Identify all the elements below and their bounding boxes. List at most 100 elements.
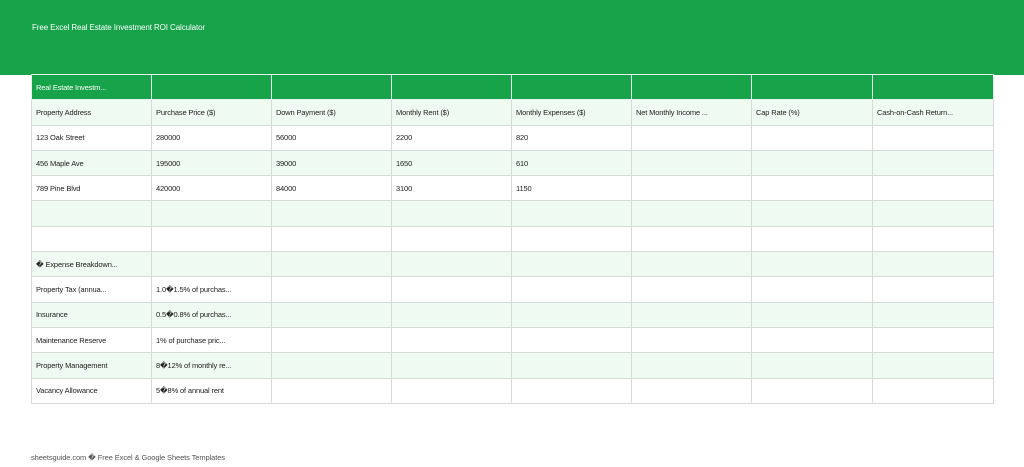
cell[interactable] [872,175,994,202]
cell[interactable] [511,225,632,253]
banner-cell[interactable]: Real Estate Investm... [31,73,152,101]
cell[interactable]: 84000 [271,175,392,202]
column-header[interactable]: Cap Rate (%) [751,99,873,126]
cell[interactable] [271,200,392,227]
cell[interactable] [391,73,512,101]
cell[interactable]: 39000 [271,149,392,177]
cell[interactable] [631,200,752,227]
column-header[interactable]: Monthly Rent ($) [391,99,512,126]
cell[interactable] [391,276,512,303]
cell[interactable] [872,326,994,354]
cell[interactable] [511,200,632,227]
cell[interactable] [751,73,873,101]
cell[interactable] [751,352,873,379]
cell[interactable] [271,377,392,404]
cell[interactable] [631,73,752,101]
cell[interactable]: 1% of purchase pric... [151,326,272,354]
cell[interactable]: 3100 [391,175,512,202]
cell[interactable] [872,251,994,278]
cell[interactable] [751,124,873,151]
cell[interactable] [271,326,392,354]
cell[interactable] [751,377,873,404]
cell[interactable]: 5�8% of annual rent [151,377,272,404]
cell[interactable] [751,200,873,227]
cell[interactable] [631,225,752,253]
cell[interactable] [751,326,873,354]
cell[interactable] [511,377,632,404]
cell[interactable]: Vacancy Allowance [31,377,152,404]
cell[interactable]: 280000 [151,124,272,151]
cell[interactable] [391,301,512,328]
cell[interactable] [872,200,994,227]
cell[interactable] [511,326,632,354]
cell[interactable] [751,149,873,177]
cell[interactable] [631,175,752,202]
cell[interactable]: 610 [511,149,632,177]
cell[interactable] [391,225,512,253]
cell[interactable]: 1.0�1.5% of purchas... [151,276,272,303]
cell[interactable] [872,377,994,404]
cell[interactable]: 8�12% of monthly re... [151,352,272,379]
cell[interactable] [631,377,752,404]
cell[interactable]: Maintenance Reserve [31,326,152,354]
cell[interactable]: 56000 [271,124,392,151]
cell[interactable] [511,301,632,328]
cell[interactable] [31,225,152,253]
cell[interactable] [271,276,392,303]
cell[interactable] [391,377,512,404]
cell[interactable] [271,352,392,379]
cell[interactable] [151,251,272,278]
cell[interactable]: 123 Oak Street [31,124,152,151]
cell[interactable] [151,73,272,101]
cell[interactable]: 789 Pine Blvd [31,175,152,202]
cell[interactable] [751,301,873,328]
cell[interactable] [391,352,512,379]
column-header[interactable]: Down Payment ($) [271,99,392,126]
cell[interactable]: 820 [511,124,632,151]
cell[interactable] [271,251,392,278]
cell[interactable]: 420000 [151,175,272,202]
cell[interactable] [31,200,152,227]
cell[interactable]: Property Tax (annua... [31,276,152,303]
cell[interactable] [511,352,632,379]
column-header[interactable]: Property Address [31,99,152,126]
cell[interactable] [511,276,632,303]
cell[interactable]: Insurance [31,301,152,328]
cell[interactable] [872,149,994,177]
cell[interactable] [751,175,873,202]
cell[interactable]: 456 Maple Ave [31,149,152,177]
cell[interactable] [751,251,873,278]
cell[interactable] [511,73,632,101]
cell[interactable]: 1150 [511,175,632,202]
cell[interactable] [631,124,752,151]
cell[interactable] [872,124,994,151]
column-header[interactable]: Purchase Price ($) [151,99,272,126]
cell[interactable] [151,225,272,253]
cell[interactable] [631,326,752,354]
cell[interactable] [872,301,994,328]
cell[interactable] [872,225,994,253]
cell[interactable]: 195000 [151,149,272,177]
column-header[interactable]: Cash-on-Cash Return... [872,99,994,126]
cell[interactable] [872,73,994,101]
cell[interactable] [391,326,512,354]
cell[interactable] [872,276,994,303]
cell[interactable] [271,73,392,101]
cell[interactable] [631,251,752,278]
cell[interactable] [391,251,512,278]
cell[interactable]: Property Management [31,352,152,379]
cell[interactable] [751,276,873,303]
column-header[interactable]: Monthly Expenses ($) [511,99,632,126]
cell[interactable] [391,200,512,227]
cell[interactable]: 0.5�0.8% of purchas... [151,301,272,328]
expense-section-title[interactable]: � Expense Breakdown... [31,251,152,278]
cell[interactable]: 1650 [391,149,512,177]
cell[interactable]: 2200 [391,124,512,151]
cell[interactable] [872,352,994,379]
cell[interactable] [151,200,272,227]
cell[interactable] [271,225,392,253]
cell[interactable] [631,276,752,303]
cell[interactable] [271,301,392,328]
cell[interactable] [511,251,632,278]
column-header[interactable]: Net Monthly Income ... [631,99,752,126]
